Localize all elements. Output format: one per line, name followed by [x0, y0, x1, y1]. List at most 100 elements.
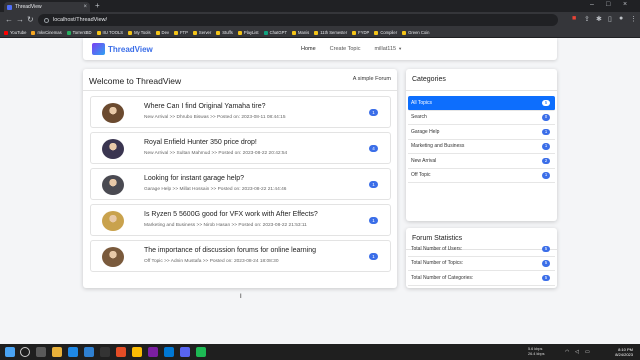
- topics-card: Welcome to ThreadView A simple Forum Whe…: [83, 69, 397, 288]
- categories-list: All Topics 5 Search 0 Garage Help 1 Marketing …: [408, 96, 555, 183]
- category-item[interactable]: Off Topic 1: [408, 169, 555, 183]
- bookmark-item[interactable]: TorrentBD: [66, 30, 92, 35]
- category-item[interactable]: Search 0: [408, 111, 555, 125]
- category-item-label: Marketing and Business: [411, 143, 465, 150]
- vscode-icon[interactable]: [84, 347, 94, 357]
- topic-title-link[interactable]: The importance of discussion forums for …: [144, 247, 316, 254]
- start-icon[interactable]: [5, 347, 15, 357]
- bookmark-item[interactable]: mkvCinemas: [31, 30, 62, 35]
- category-item-label: Search: [411, 114, 427, 121]
- avatar[interactable]: [102, 139, 124, 159]
- bookmark-item[interactable]: Green Coin: [402, 30, 430, 35]
- forward-icon[interactable]: →: [16, 15, 24, 24]
- topic-row[interactable]: Where Can I find Original Yamaha tire? Ne…: [90, 96, 391, 128]
- category-item[interactable]: Garage Help 1: [408, 125, 555, 140]
- bookmark-label: ChatGPT: [269, 30, 288, 35]
- brand[interactable]: ThreadView: [92, 43, 153, 55]
- volume-icon[interactable]: ◁: [575, 349, 579, 355]
- avatar[interactable]: [102, 103, 124, 123]
- bookmark-label: PlayList: [243, 30, 259, 35]
- extension-icon[interactable]: ■: [572, 15, 576, 22]
- topic-title-link[interactable]: Royal Enfield Hunter 350 price drop!: [144, 139, 257, 146]
- network-up: 5.6 kbps: [528, 347, 543, 351]
- profile-icon[interactable]: ●: [619, 15, 623, 22]
- chrome-icon[interactable]: [132, 347, 142, 357]
- bookmark-item[interactable]: Server: [192, 30, 211, 35]
- bookmark-item[interactable]: YouTube: [4, 30, 26, 35]
- bookmark-item[interactable]: Dev: [155, 30, 169, 35]
- stat-item[interactable]: Total Number of Topics: 5: [408, 257, 555, 271]
- minimize-icon[interactable]: –: [590, 1, 594, 8]
- category-item[interactable]: New Arrival 2: [408, 154, 555, 169]
- edge-icon[interactable]: [68, 347, 78, 357]
- network-down: 26.4 kbps: [528, 352, 545, 356]
- info-icon: [44, 17, 49, 23]
- search-icon[interactable]: [20, 347, 30, 357]
- reload-icon[interactable]: ↻: [27, 15, 34, 24]
- bookmark-item[interactable]: 11th Semester: [314, 30, 347, 35]
- topic-row[interactable]: The importance of discussion forums for …: [90, 240, 391, 272]
- topic-row[interactable]: Royal Enfield Hunter 350 price drop! New …: [90, 132, 391, 164]
- bookmark-item[interactable]: Manis: [292, 30, 309, 35]
- discord-icon[interactable]: [180, 347, 190, 357]
- categories-title: Categories: [412, 76, 446, 83]
- stat-item-label: Total Number of Users:: [411, 245, 463, 252]
- stat-item[interactable]: Total Number of Categories: 5: [408, 271, 555, 286]
- nav-create-topic-link[interactable]: Create Topic: [330, 46, 361, 52]
- wifi-icon[interactable]: ◠: [565, 349, 569, 355]
- file-explorer-icon[interactable]: [52, 347, 62, 357]
- menu-icon[interactable]: ⋮: [630, 15, 637, 23]
- bookmark-item[interactable]: Compiler: [374, 30, 397, 35]
- close-tab-icon[interactable]: ×: [83, 4, 87, 10]
- bookmark-item[interactable]: FTP: [174, 30, 188, 35]
- bookmark-item[interactable]: PlayList: [237, 30, 259, 35]
- sidepanel-icon[interactable]: ▯: [608, 15, 612, 23]
- task-view-icon[interactable]: [36, 347, 46, 357]
- topic-meta: Off Topic >> Adnin Mustafa >> Posted on:…: [144, 259, 279, 264]
- text-cursor-icon: I: [240, 294, 242, 300]
- avatar[interactable]: [102, 175, 124, 195]
- terminal-icon[interactable]: [100, 347, 110, 357]
- topic-row[interactable]: Is Ryzen 5 5600G good for VFX work with …: [90, 204, 391, 236]
- bookmark-item[interactable]: Stuffs: [216, 30, 233, 35]
- user-menu[interactable]: millat115 ▼: [374, 46, 402, 52]
- app-icon[interactable]: [116, 347, 126, 357]
- category-item-label: All Topics: [411, 99, 433, 106]
- bookmark-label: Compiler: [380, 30, 398, 35]
- nav-home-link[interactable]: Home: [301, 46, 316, 52]
- back-icon[interactable]: ←: [5, 15, 13, 24]
- clock[interactable]: 8:10 PM 8/24/2023: [615, 347, 633, 357]
- avatar[interactable]: [102, 247, 124, 267]
- app-icon[interactable]: [148, 347, 158, 357]
- spotify-icon[interactable]: [196, 347, 206, 357]
- topic-title-link[interactable]: Looking for instant garage help?: [144, 175, 244, 182]
- topic-title-link[interactable]: Is Ryzen 5 5600G good for VFX work with …: [144, 211, 318, 218]
- browser-tab[interactable]: ThreadView ×: [4, 2, 90, 12]
- extensions-icon[interactable]: ✱: [596, 15, 602, 23]
- reply-count-badge: 1: [369, 109, 378, 116]
- app-icon[interactable]: [164, 347, 174, 357]
- new-tab-icon[interactable]: +: [95, 1, 100, 10]
- close-window-icon[interactable]: ×: [623, 1, 627, 8]
- battery-icon[interactable]: ▭: [585, 349, 590, 355]
- bookmark-item[interactable]: IIU TOOLS: [96, 30, 123, 35]
- topic-title-link[interactable]: Where Can I find Original Yamaha tire?: [144, 103, 266, 110]
- url-input[interactable]: localhost/ThreadView/: [38, 14, 558, 26]
- topic-row[interactable]: Looking for instant garage help? Garage H…: [90, 168, 391, 200]
- bookmark-item[interactable]: FYDP: [352, 30, 369, 35]
- maximize-icon[interactable]: □: [606, 1, 610, 8]
- bookmark-label: mkvCinemas: [37, 30, 62, 35]
- topic-meta: New Arrival >> Sultan Mahmud >> Posted o…: [144, 151, 288, 156]
- avatar[interactable]: [102, 211, 124, 231]
- bookmark-item[interactable]: My Tools: [128, 30, 151, 35]
- bookmark-icon: [155, 30, 160, 35]
- reply-count-badge: 1: [369, 181, 378, 188]
- bookmark-item[interactable]: ChatGPT: [263, 30, 288, 35]
- stats-list: Total Number of Users: 5 Total Number of T…: [408, 242, 555, 286]
- category-item[interactable]: All Topics 5: [408, 96, 555, 111]
- category-item[interactable]: Marketing and Business 1: [408, 140, 555, 154]
- stat-item[interactable]: Total Number of Users: 5: [408, 242, 555, 257]
- share-icon[interactable]: ⇪: [584, 15, 590, 23]
- count-badge: 5: [542, 99, 550, 106]
- browser-tabbar: ThreadView × + – □ ×: [0, 0, 640, 12]
